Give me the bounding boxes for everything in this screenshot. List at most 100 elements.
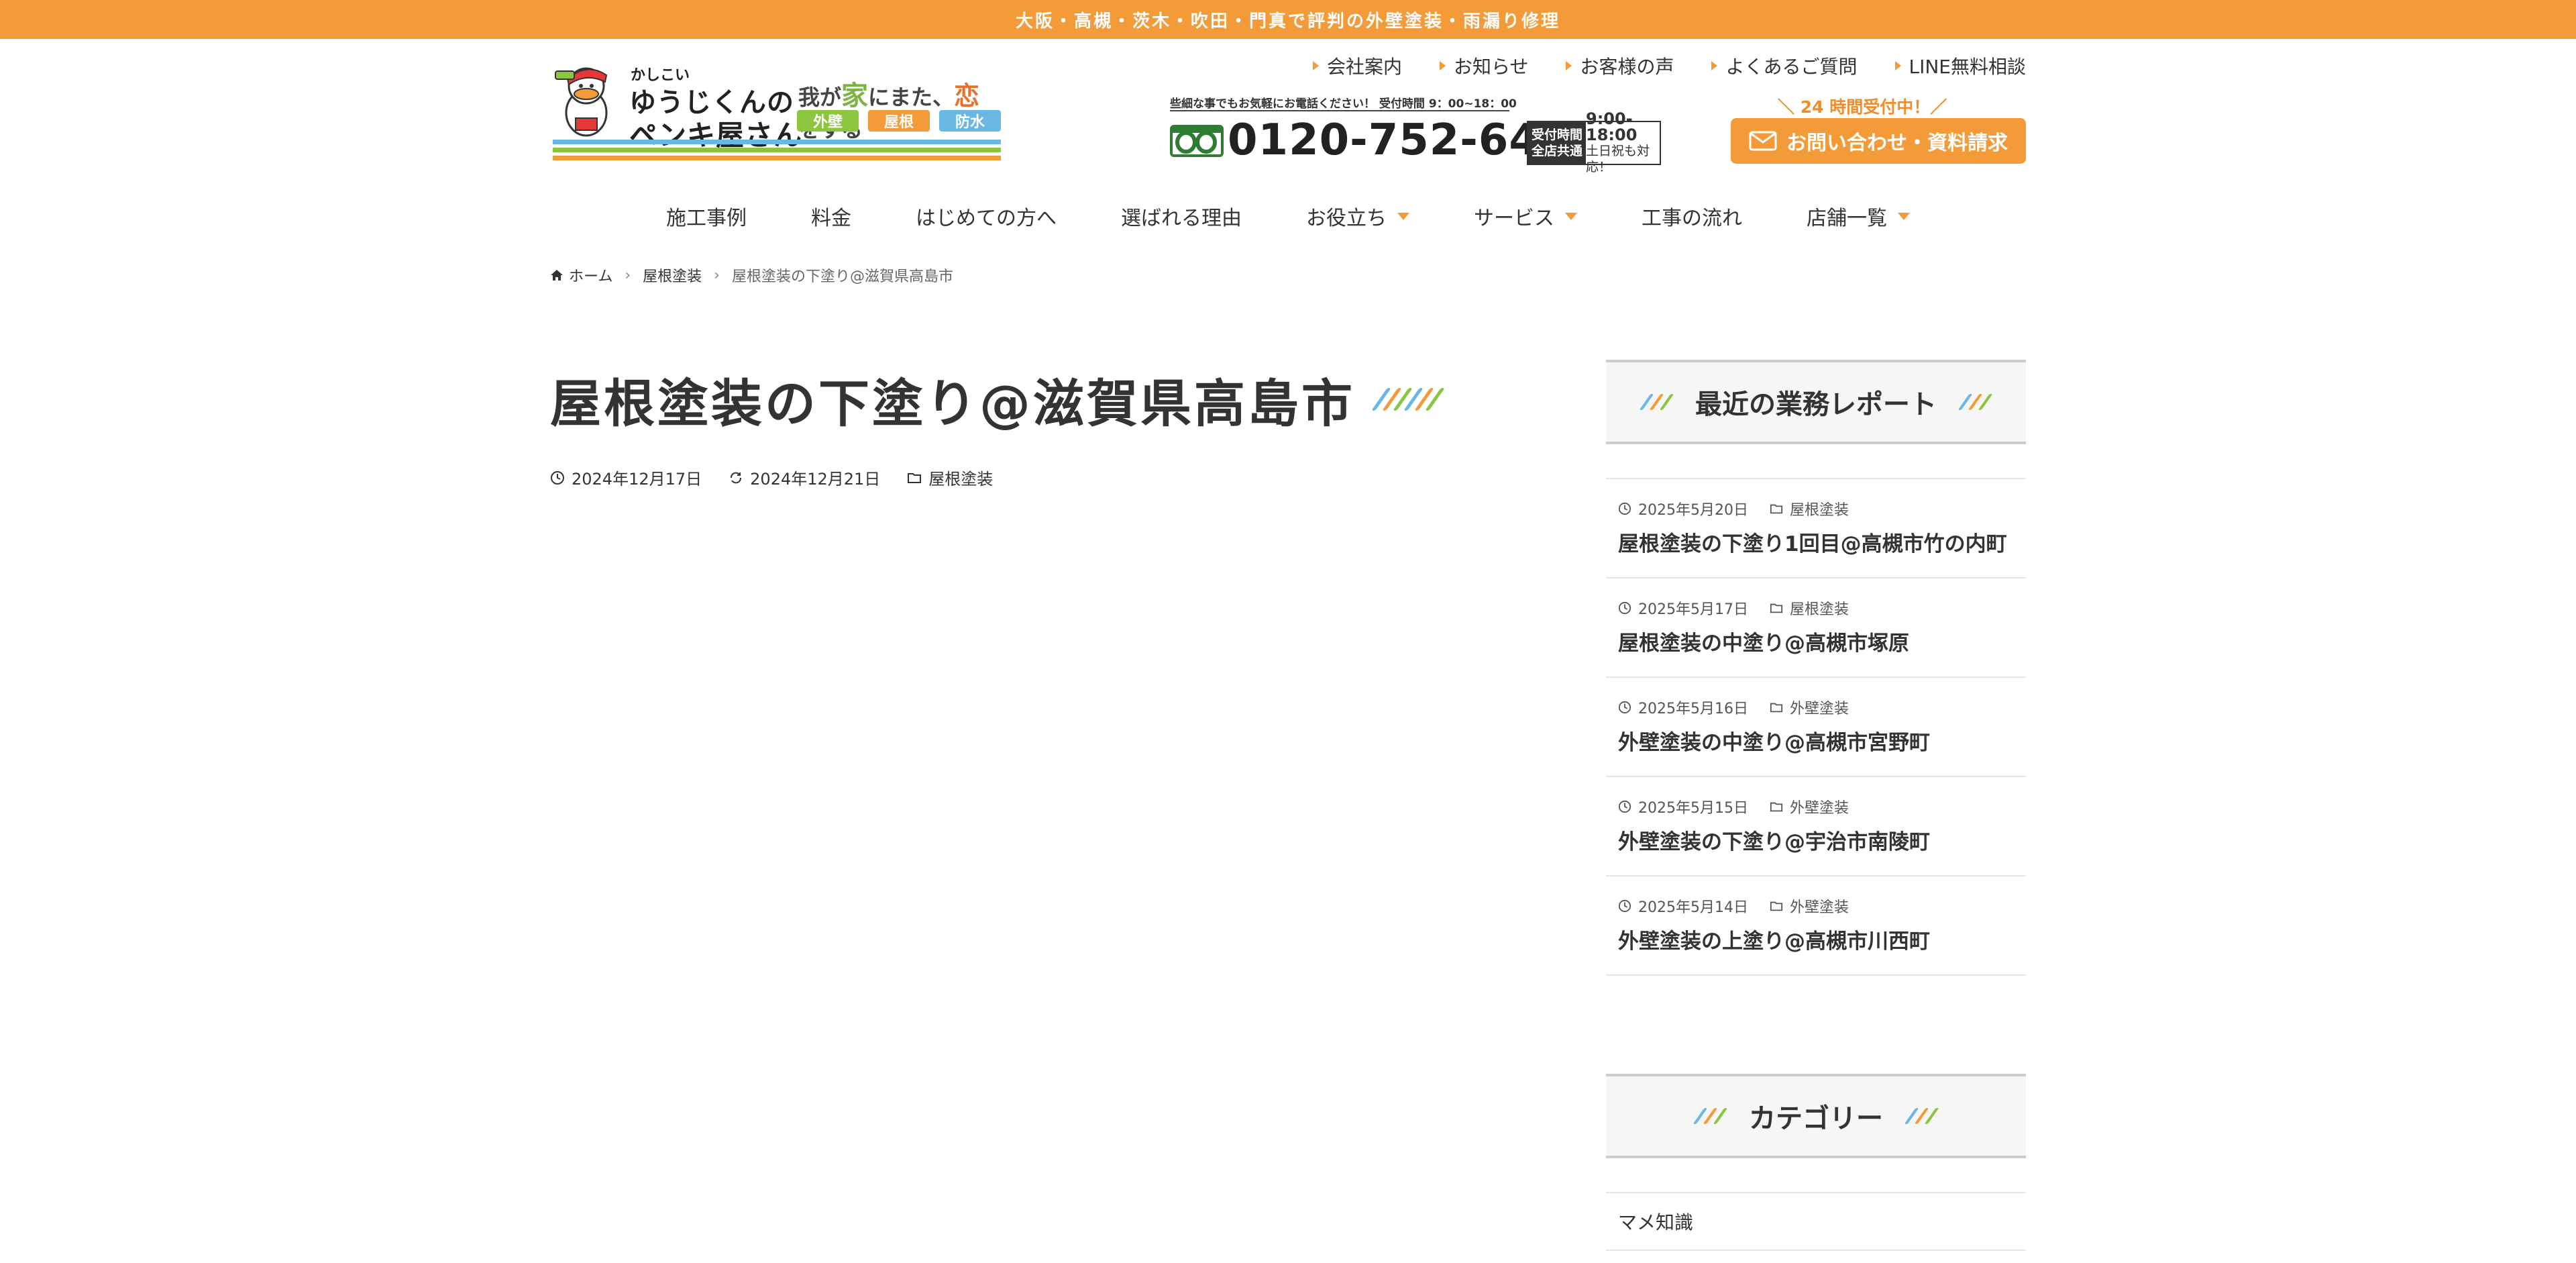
hours-time: 9:00-18:00 bbox=[1586, 109, 1638, 144]
contact-request-label: お問い合わせ・資料請求 bbox=[1786, 132, 2008, 155]
title-decoration bbox=[1371, 388, 1445, 411]
nav-item-useful[interactable]: お役立ち bbox=[1306, 201, 1409, 231]
chip-wall: 外壁 bbox=[797, 110, 859, 132]
util-link-faq[interactable]: よくあるご質問 bbox=[1711, 52, 1858, 79]
sidebar-category-widget: カテゴリー マメ知識 bbox=[1606, 1074, 2026, 1251]
phone-number-link[interactable]: 0120-752-646 bbox=[1170, 115, 1570, 165]
recent-post-category: 外壁塗装 bbox=[1789, 701, 1849, 717]
recent-post-item[interactable]: 2025年5月14日 外壁塗装 外壁塗装の上塗り@高槻市川西町 bbox=[1606, 876, 2026, 976]
triangle-right-icon bbox=[1566, 61, 1572, 70]
clock-icon bbox=[1618, 899, 1631, 913]
chevron-down-icon bbox=[1898, 212, 1910, 220]
mascot-duck-icon bbox=[555, 67, 608, 137]
chevron-down-icon bbox=[1565, 212, 1577, 220]
main-nav: 施工事例 料金 はじめての方へ 選ばれる理由 お役立ち サービス 工事の流れ 店… bbox=[550, 201, 2026, 231]
heading-decoration bbox=[1639, 394, 1674, 410]
top-announcement-bar: 大阪・高槻・茨木・吹田・門真で評判の外壁塗装・雨漏り修理 bbox=[0, 0, 2576, 39]
folder-icon bbox=[1770, 603, 1783, 613]
clock-icon bbox=[1618, 601, 1631, 615]
nav-item-first-time[interactable]: はじめての方へ bbox=[916, 201, 1057, 231]
logo-service-chips: 外壁 屋根 防水 bbox=[797, 110, 1001, 132]
triangle-right-icon bbox=[1711, 61, 1718, 70]
post-meta: 2024年12月17日 2024年12月21日 屋根塗装 bbox=[550, 466, 993, 489]
recent-post-title[interactable]: 屋根塗装の下塗り1回目@高槻市竹の内町 bbox=[1618, 527, 2014, 561]
top-announcement-text: 大阪・高槻・茨木・吹田・門真で評判の外壁塗装・雨漏り修理 bbox=[1015, 11, 1560, 32]
nav-item-services[interactable]: サービス bbox=[1474, 201, 1577, 231]
phone-number: 0120-752-646 bbox=[1228, 115, 1570, 165]
folder-icon bbox=[908, 472, 922, 483]
widget-heading: カテゴリー bbox=[1606, 1074, 2026, 1158]
published-date: 2024年12月17日 bbox=[572, 470, 702, 489]
business-hours-box: 受付時間 全店共通 9:00-18:00 土日祝も対応！ bbox=[1527, 111, 1661, 174]
recent-post-category: 外壁塗装 bbox=[1789, 800, 1849, 817]
category-heading: カテゴリー bbox=[1749, 1103, 1883, 1134]
heading-decoration bbox=[1904, 1108, 1939, 1124]
recent-heading: 最近の業務レポート bbox=[1695, 389, 1937, 420]
triangle-right-icon bbox=[1313, 61, 1319, 70]
hours-note: 土日祝も対応！ bbox=[1586, 144, 1650, 174]
sidebar-recent-widget: 最近の業務レポート 2025年5月20日 屋根塗装 屋根塗装の下塗り1回目@高槻… bbox=[1606, 360, 2026, 976]
breadcrumb-current: 屋根塗装の下塗り@滋賀県高島市 bbox=[731, 268, 953, 285]
chevron-right-icon: › bbox=[625, 266, 631, 284]
folder-icon bbox=[1770, 901, 1783, 911]
clock-icon bbox=[551, 470, 564, 485]
triangle-right-icon bbox=[1894, 61, 1901, 70]
recent-post-category: 外壁塗装 bbox=[1789, 899, 1849, 916]
page-title: 屋根塗装の下塗り@滋賀県高島市 bbox=[550, 362, 1445, 436]
recent-post-item[interactable]: 2025年5月15日 外壁塗装 外壁塗装の下塗り@宇治市南陵町 bbox=[1606, 777, 2026, 876]
page-title-text: 屋根塗装の下塗り@滋賀県高島市 bbox=[550, 374, 1355, 434]
nav-item-price[interactable]: 料金 bbox=[811, 201, 851, 231]
chevron-down-icon bbox=[1397, 212, 1409, 220]
heading-decoration bbox=[1957, 394, 1993, 410]
logo-tagline: 我が家にまた、恋をする bbox=[798, 81, 980, 142]
triangle-right-icon bbox=[1440, 61, 1446, 70]
contact-request-button[interactable]: お問い合わせ・資料請求 bbox=[1731, 118, 2026, 164]
folder-icon bbox=[1770, 802, 1783, 812]
chip-roof: 屋根 bbox=[868, 110, 930, 132]
logo-stripes bbox=[553, 140, 1001, 164]
home-icon bbox=[551, 270, 563, 281]
folder-icon bbox=[1770, 703, 1783, 713]
hours-label-1: 受付時間 bbox=[1531, 128, 1582, 142]
util-link-company[interactable]: 会社案内 bbox=[1313, 52, 1402, 79]
site-logo[interactable]: かしこい ゆうじくんの ペンキ屋さん 我が家にまた、恋をする 外壁 屋根 防水 bbox=[550, 56, 1001, 168]
clock-icon bbox=[1618, 701, 1631, 714]
recent-post-item[interactable]: 2025年5月20日 屋根塗装 屋根塗装の下塗り1回目@高槻市竹の内町 bbox=[1606, 479, 2026, 578]
phone-divider bbox=[1170, 110, 1509, 111]
free-dial-icon bbox=[1170, 125, 1224, 157]
recent-post-item[interactable]: 2025年5月16日 外壁塗装 外壁塗装の中塗り@高槻市宮野町 bbox=[1606, 678, 2026, 777]
hours-label-2: 全店共通 bbox=[1531, 144, 1582, 158]
recent-post-item[interactable]: 2025年5月17日 屋根塗装 屋根塗装の中塗り@高槻市塚原 bbox=[1606, 578, 2026, 678]
refresh-icon bbox=[731, 472, 742, 483]
nav-item-stores[interactable]: 店舗一覧 bbox=[1807, 201, 1910, 231]
recent-post-category: 屋根塗装 bbox=[1789, 601, 1849, 618]
nav-item-reasons[interactable]: 選ばれる理由 bbox=[1121, 201, 1242, 231]
recent-post-category: 屋根塗装 bbox=[1789, 502, 1849, 519]
breadcrumb-category[interactable]: 屋根塗装 bbox=[643, 264, 702, 286]
util-link-line[interactable]: LINE無料相談 bbox=[1894, 52, 2026, 79]
phone-note: 些細な事でもお気軽にお電話ください！ 受付時間 9：00~18：00 bbox=[1170, 97, 1517, 111]
nav-item-flow[interactable]: 工事の流れ bbox=[1642, 201, 1742, 231]
clock-icon bbox=[1618, 800, 1631, 813]
nav-item-cases[interactable]: 施工事例 bbox=[666, 201, 747, 231]
accept-24h-text: ＼ 24 時間受付中！／ bbox=[1778, 97, 1947, 117]
recent-post-date: 2025年5月17日 bbox=[1638, 601, 1748, 618]
widget-heading: 最近の業務レポート bbox=[1606, 360, 2026, 444]
util-link-news[interactable]: お知らせ bbox=[1440, 52, 1528, 79]
updated-date: 2024年12月21日 bbox=[750, 470, 881, 489]
recent-post-title[interactable]: 外壁塗装の中塗り@高槻市宮野町 bbox=[1618, 726, 2014, 760]
recent-post-date: 2025年5月16日 bbox=[1638, 701, 1748, 717]
clock-icon bbox=[1618, 502, 1631, 515]
recent-post-title[interactable]: 外壁塗装の上塗り@高槻市川西町 bbox=[1618, 925, 2014, 958]
breadcrumb-home[interactable]: ホーム bbox=[550, 264, 612, 286]
chip-waterproof: 防水 bbox=[939, 110, 1001, 132]
recent-post-title[interactable]: 外壁塗装の下塗り@宇治市南陵町 bbox=[1618, 825, 2014, 859]
chevron-right-icon: › bbox=[714, 266, 720, 284]
recent-post-date: 2025年5月15日 bbox=[1638, 800, 1748, 817]
category-item[interactable]: マメ知識 bbox=[1606, 1192, 2026, 1251]
post-category-link[interactable]: 屋根塗装 bbox=[928, 466, 993, 489]
util-link-voices[interactable]: お客様の声 bbox=[1566, 52, 1674, 79]
recent-post-title[interactable]: 屋根塗装の中塗り@高槻市塚原 bbox=[1618, 627, 2014, 660]
breadcrumb: ホーム › 屋根塗装 › 屋根塗装の下塗り@滋賀県高島市 bbox=[550, 264, 953, 286]
recent-post-date: 2025年5月20日 bbox=[1638, 502, 1748, 519]
